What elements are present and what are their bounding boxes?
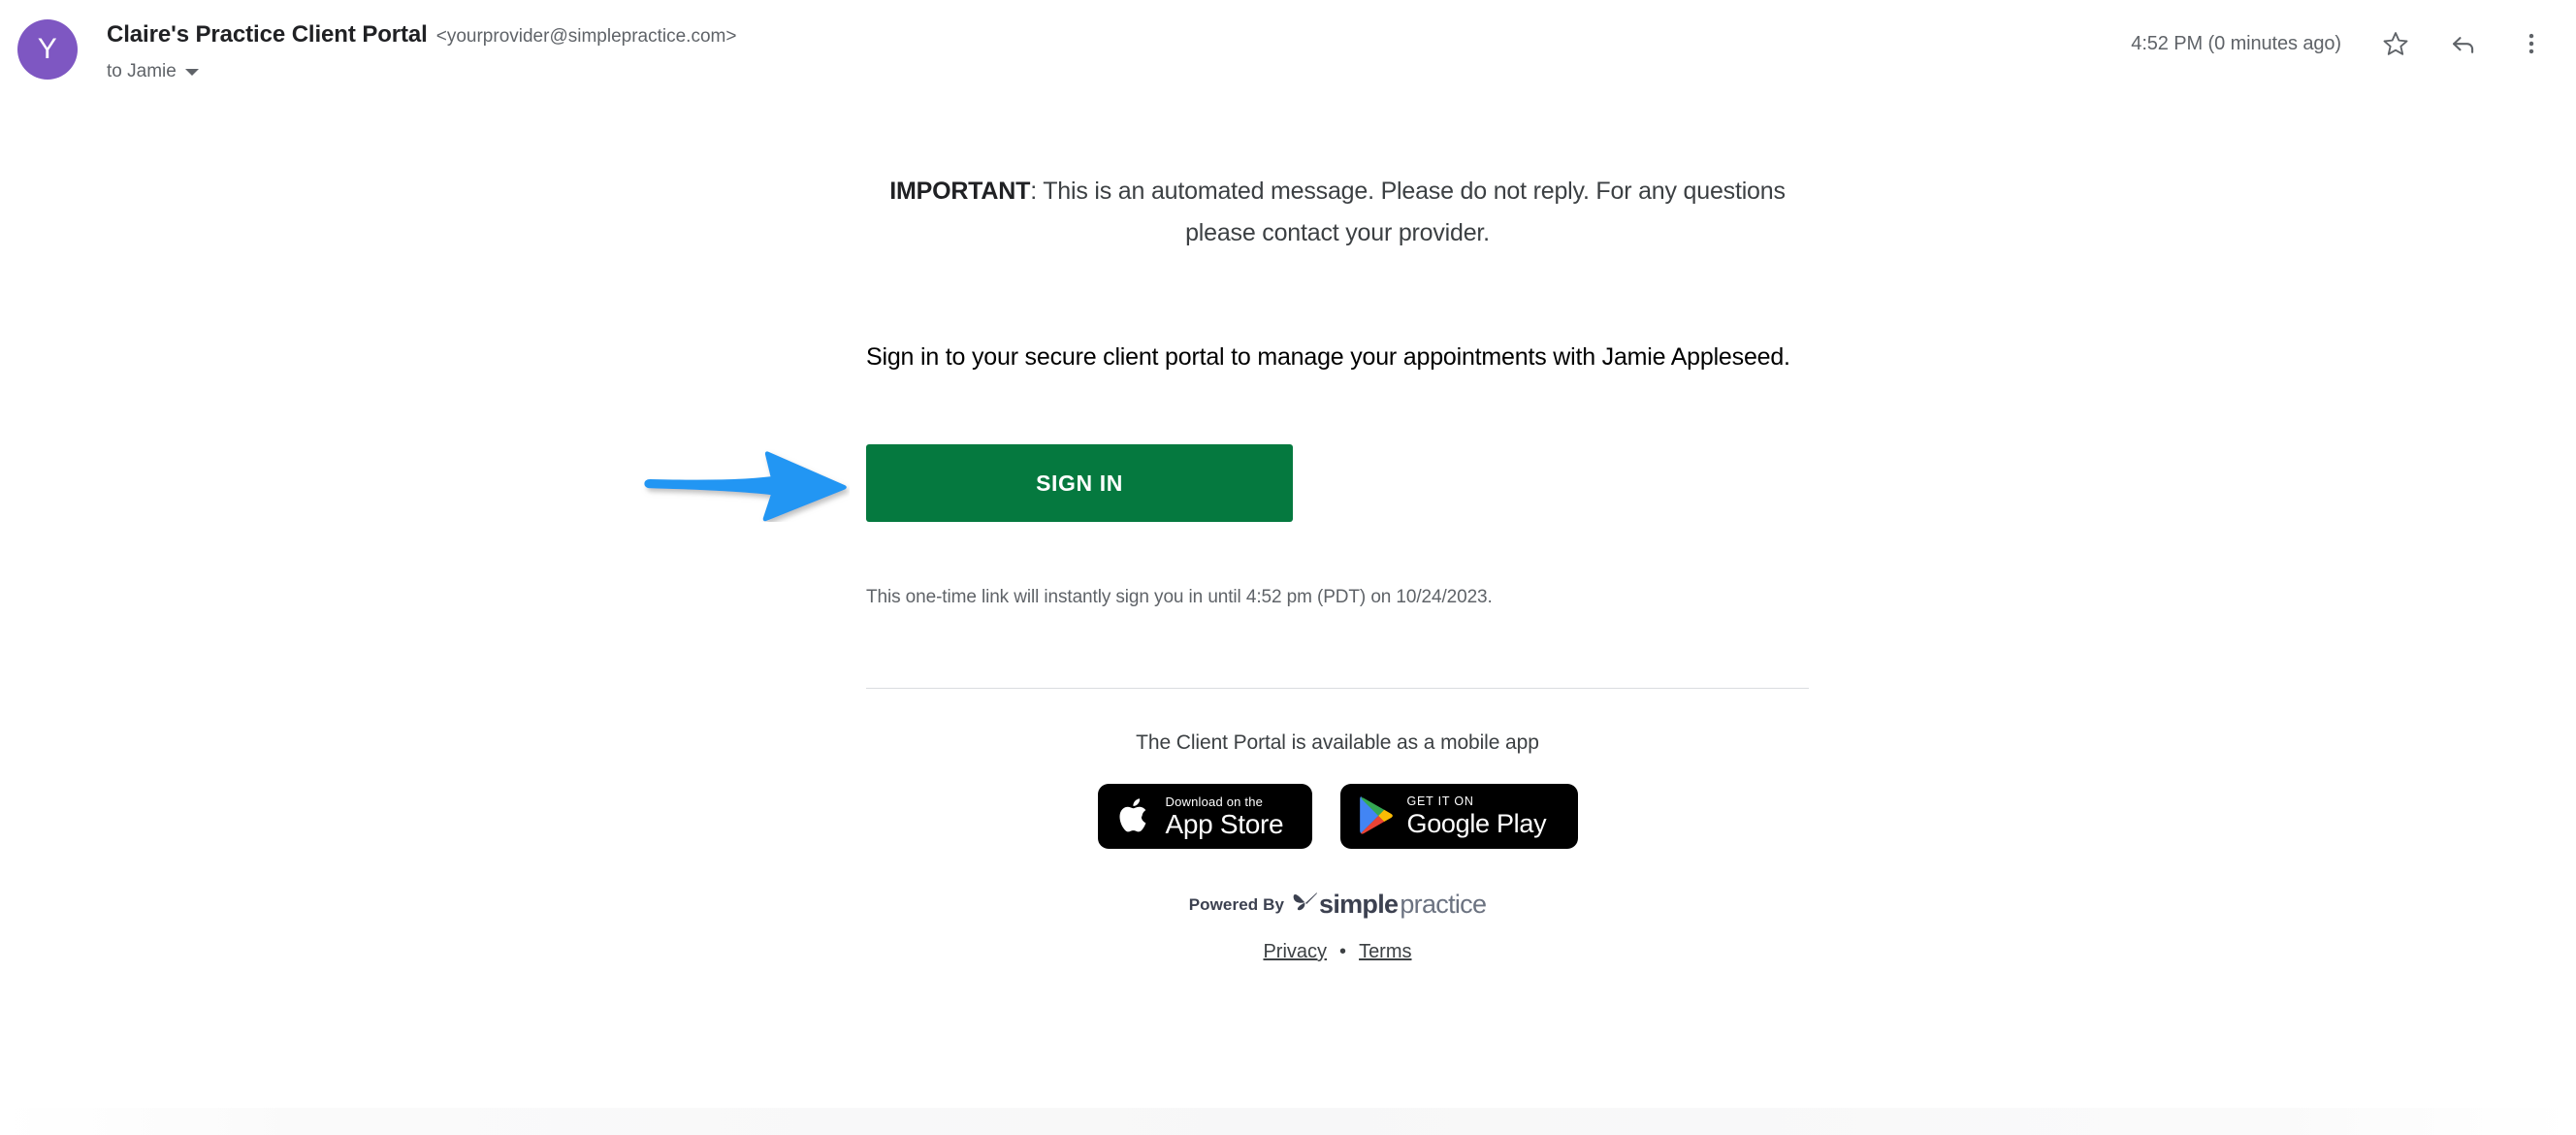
app-store-badge-big: App Store (1165, 808, 1284, 839)
sender-name[interactable]: Claire's Practice Client Portal (107, 21, 428, 49)
apple-logo-icon (1117, 794, 1152, 839)
signin-button-row: SIGN IN (644, 444, 1809, 528)
google-play-badge-small: GET IT ON (1406, 794, 1474, 809)
link-separator: • (1339, 941, 1347, 962)
app-store-badge-text: Download on the App Store (1166, 795, 1284, 838)
reply-icon (2450, 30, 2477, 57)
google-play-badge[interactable]: GET IT ON Google Play (1339, 784, 1578, 849)
simplepractice-butterfly-icon (1293, 892, 1317, 918)
important-notice: IMPORTANT: This is an automated message.… (866, 171, 1809, 254)
star-button[interactable] (2372, 20, 2419, 67)
sender-line: Claire's Practice Client Portal <yourpro… (107, 21, 736, 49)
star-icon (2382, 30, 2409, 57)
bottom-edge-shade (0, 1108, 2576, 1135)
avatar-initial: Y (37, 33, 58, 65)
recipient-line[interactable]: to Jamie (107, 61, 736, 82)
app-store-badge-small: Download on the (1165, 794, 1264, 809)
sign-in-button[interactable]: SIGN IN (866, 444, 1293, 522)
mobile-app-text: The Client Portal is available as a mobi… (1136, 731, 1539, 754)
google-play-icon (1357, 794, 1394, 838)
message-timestamp: 4:52 PM (0 minutes ago) (2131, 32, 2341, 54)
google-play-badge-text: GET IT ON Google Play (1407, 795, 1547, 837)
email-message-view: Y Claire's Practice Client Portal <yourp… (0, 0, 2576, 1135)
important-label: IMPORTANT (889, 178, 1031, 205)
more-vertical-icon (2518, 30, 2545, 57)
header-actions: 4:52 PM (0 minutes ago) (2131, 21, 2555, 66)
avatar[interactable]: Y (17, 19, 78, 80)
simplepractice-logo: simple practice (1293, 890, 1487, 920)
powered-by-row: Powered By simple practice (866, 890, 1809, 920)
brand-name-bold: simple (1319, 890, 1399, 919)
email-header: Y Claire's Practice Client Portal <yourp… (0, 0, 2576, 93)
sign-in-button-label: SIGN IN (1036, 470, 1123, 496)
terms-link[interactable]: Terms (1359, 941, 1411, 963)
app-store-badge[interactable]: Download on the App Store (1097, 784, 1312, 849)
blue-arrow-annotation-icon (641, 449, 850, 522)
email-footer: The Client Portal is available as a mobi… (866, 731, 1809, 963)
one-time-link-notice: This one-time link will instantly sign y… (866, 587, 1493, 607)
recipient-label: to Jamie (107, 61, 177, 81)
signin-description: Sign in to your secure client portal to … (866, 343, 1790, 371)
privacy-link[interactable]: Privacy (1263, 941, 1327, 963)
google-play-badge-big: Google Play (1406, 808, 1547, 838)
footer-divider (866, 688, 1809, 689)
email-content-column: IMPORTANT: This is an automated message.… (644, 93, 1809, 963)
reply-button[interactable] (2440, 20, 2487, 67)
footer-links: Privacy • Terms (866, 941, 1809, 963)
app-store-badges: Download on the App Store GET IT ON Goog… (866, 784, 1809, 849)
sender-block: Claire's Practice Client Portal <yourpro… (107, 21, 736, 82)
more-options-button[interactable] (2508, 20, 2555, 67)
powered-by-label: Powered By (1188, 894, 1284, 914)
important-notice-text: : This is an automated message. Please d… (1030, 178, 1786, 246)
sender-email[interactable]: <yourprovider@simplepractice.com> (436, 26, 737, 48)
brand-name-light: practice (1400, 890, 1487, 919)
chevron-down-icon[interactable] (184, 68, 199, 76)
